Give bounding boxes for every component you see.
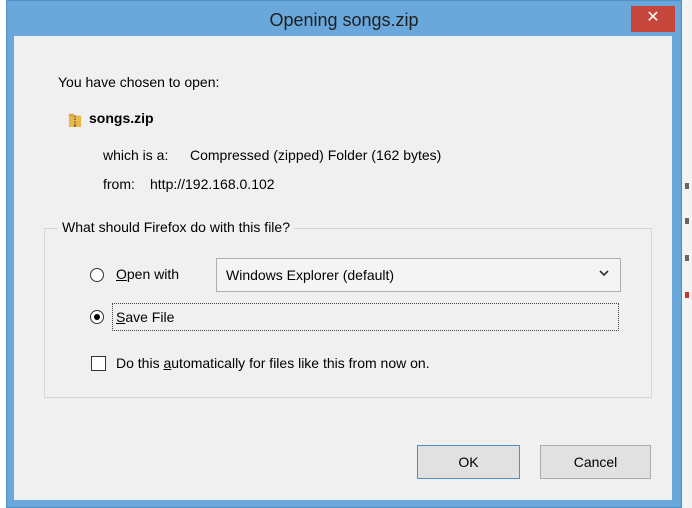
auto-action-checkbox[interactable] bbox=[91, 356, 106, 371]
open-with-label-rest: pen with bbox=[126, 266, 180, 282]
auto-action-label[interactable]: Do this automatically for files like thi… bbox=[116, 355, 430, 371]
save-file-label[interactable]: Save File bbox=[116, 309, 174, 325]
auto-action-label-after: utomatically for files like this from no… bbox=[171, 355, 430, 371]
close-button[interactable]: ✕ bbox=[631, 6, 675, 32]
group-legend: What should Firefox do with this file? bbox=[58, 219, 294, 235]
background-mark bbox=[685, 218, 689, 224]
app-select[interactable]: Windows Explorer (default) bbox=[216, 258, 621, 292]
save-file-label-rest: ave File bbox=[125, 309, 175, 325]
save-file-mnemonic: S bbox=[116, 309, 126, 325]
cancel-button[interactable]: Cancel bbox=[540, 445, 651, 479]
from-label: from: bbox=[103, 176, 135, 192]
open-with-radio[interactable] bbox=[90, 268, 104, 282]
auto-action-label-before: Do this bbox=[116, 355, 164, 371]
background-mark bbox=[685, 292, 689, 298]
save-file-focus-outline bbox=[112, 303, 619, 331]
open-with-mnemonic: O bbox=[116, 266, 127, 282]
background-mark bbox=[685, 255, 689, 261]
chevron-down-icon[interactable] bbox=[598, 266, 610, 282]
file-name: songs.zip bbox=[89, 110, 154, 126]
intro-text: You have chosen to open: bbox=[58, 74, 220, 90]
save-file-radio[interactable] bbox=[90, 310, 104, 324]
radio-selected-dot bbox=[94, 314, 100, 320]
open-with-label[interactable]: Open with bbox=[116, 266, 179, 282]
background-mark bbox=[685, 183, 689, 189]
from-url: http://192.168.0.102 bbox=[150, 176, 275, 192]
dialog-title: Opening songs.zip bbox=[269, 10, 419, 30]
which-is-label: which is a: bbox=[103, 147, 169, 163]
ok-button[interactable]: OK bbox=[417, 445, 520, 479]
zip-folder-icon bbox=[68, 113, 82, 127]
file-type: Compressed (zipped) Folder (162 bytes) bbox=[190, 147, 442, 163]
app-select-value: Windows Explorer (default) bbox=[226, 267, 395, 283]
title-bar[interactable]: Opening songs.zip ✕ bbox=[7, 1, 681, 37]
background-right bbox=[682, 0, 692, 508]
close-icon: ✕ bbox=[646, 9, 660, 26]
